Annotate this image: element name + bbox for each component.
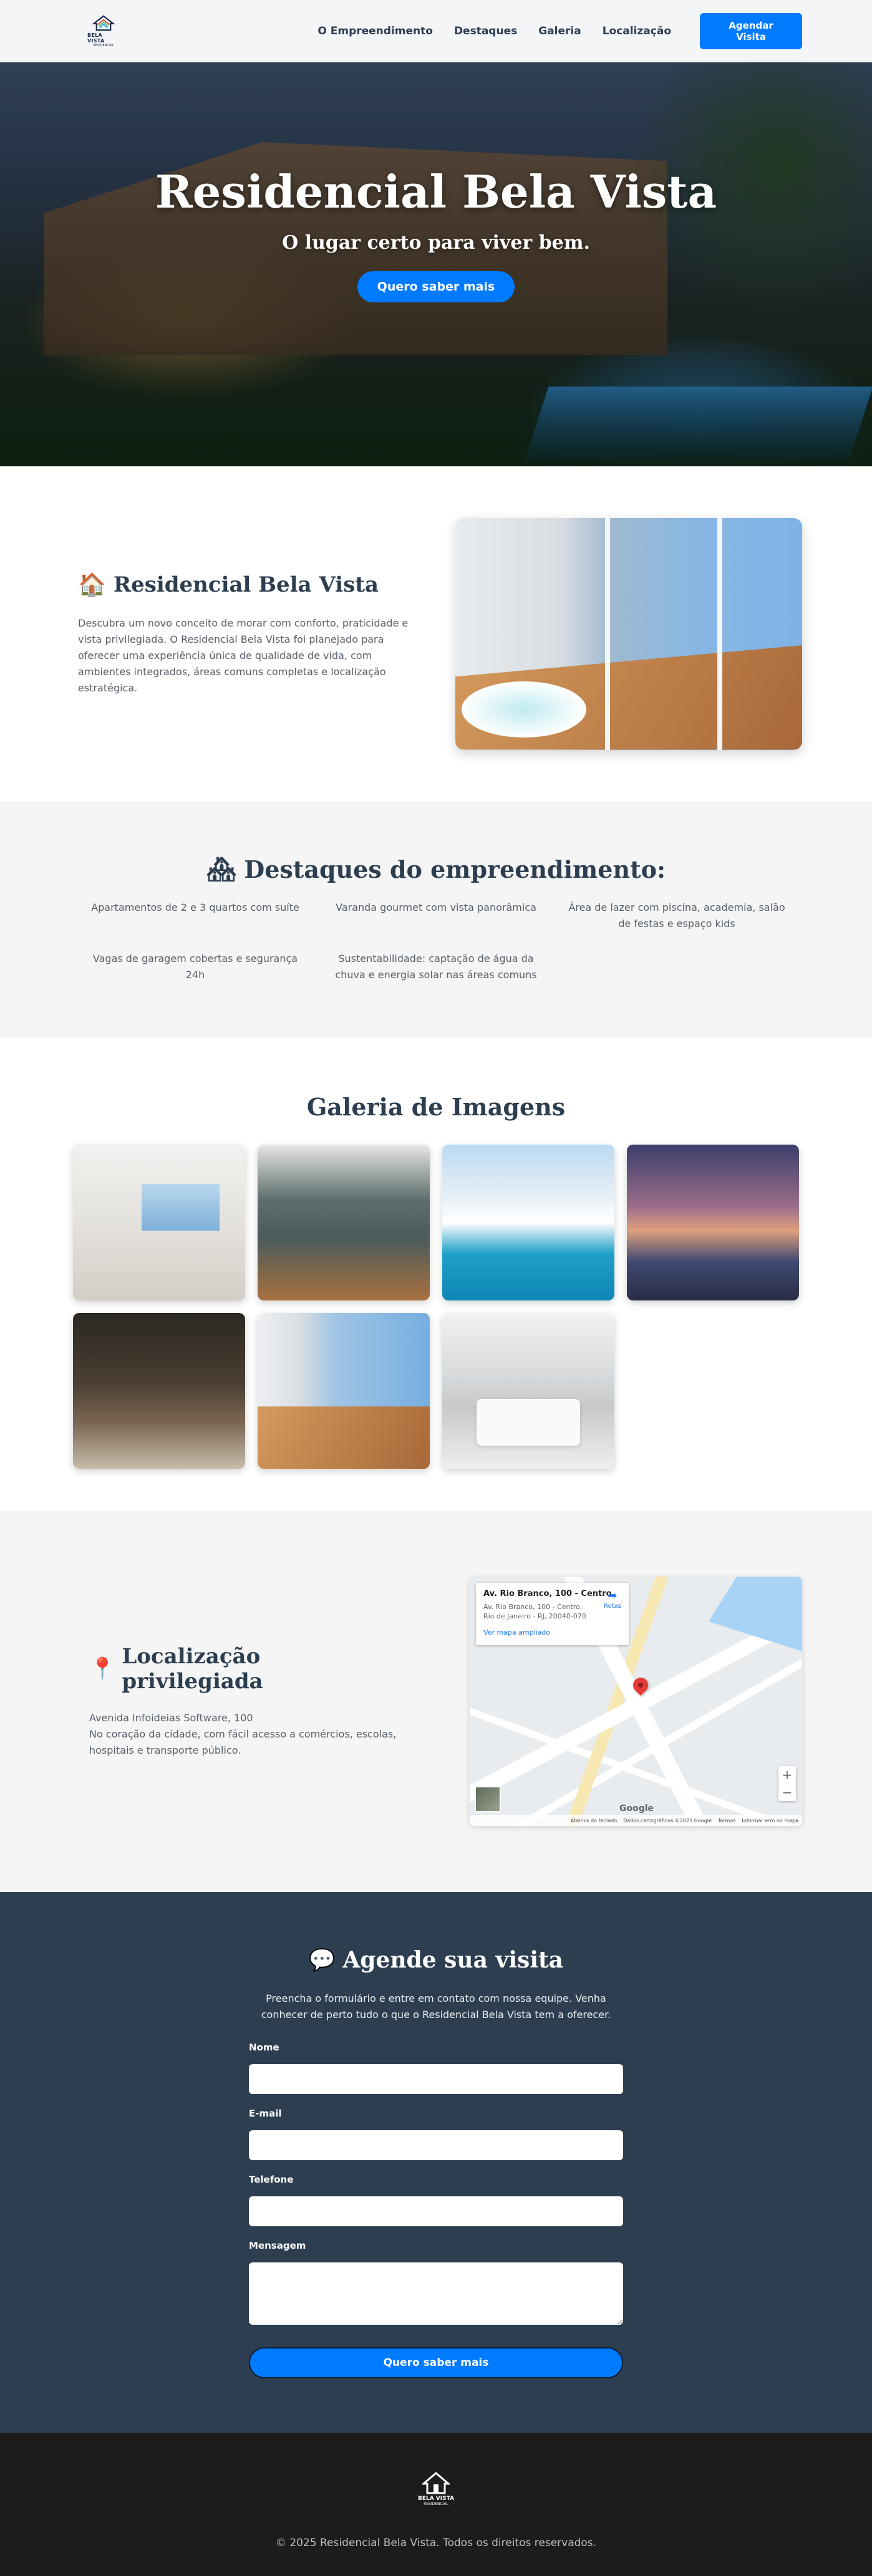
contact-form: Nome E-mail Telefone Mensagem Quero sabe…	[249, 2042, 623, 2378]
about-image-frame-2	[717, 517, 722, 750]
map-card-title: Av. Rio Branco, 100 - Centro	[483, 1589, 612, 1598]
logo-subtext: RESIDENCIAL	[93, 43, 114, 47]
site-footer: BELA VISTA RESIDENCIAL © 2025 Residencia…	[0, 2433, 872, 2576]
location-section: 📍 Localização privilegiada Avenida Infoi…	[0, 1511, 872, 1892]
embedded-map[interactable]: Av. Rio Branco, 100 - Centro Av. Rio Bra…	[470, 1577, 802, 1826]
buildings-emoji-icon: 🏘	[206, 855, 237, 883]
hero-section: Residencial Bela Vista O lugar certo par…	[0, 62, 872, 466]
map-place-card: Av. Rio Branco, 100 - Centro Av. Rio Bra…	[476, 1583, 629, 1645]
gallery-image-living-room[interactable]	[73, 1145, 245, 1300]
footer-logo: BELA VISTA RESIDENCIAL	[417, 2472, 455, 2512]
location-address: Avenida Infoideias Software, 100 No cora…	[89, 1710, 401, 1759]
zoom-out-icon[interactable]: −	[778, 1784, 796, 1801]
about-title-text: Residencial Bela Vista	[113, 572, 379, 597]
map-satellite-toggle[interactable]	[475, 1786, 501, 1812]
contact-section: 💬 Agende sua visita Preencha o formulári…	[0, 1892, 872, 2433]
logo-house-icon	[92, 14, 115, 31]
location-title-text: Localização privilegiada	[122, 1644, 263, 1694]
pushpin-emoji-icon: 📍	[89, 1656, 116, 1681]
footer-house-icon	[422, 2472, 450, 2494]
name-field[interactable]	[249, 2064, 623, 2094]
map-terms[interactable]: Termos	[718, 1818, 735, 1824]
map-directions-label: Rotas	[604, 1603, 621, 1610]
gallery-image-lounge[interactable]	[73, 1313, 245, 1469]
location-description: No coração da cidade, com fácil acesso a…	[89, 1728, 397, 1756]
nav-link-empreendimento[interactable]: O Empreendimento	[317, 25, 433, 37]
email-field[interactable]	[249, 2130, 623, 2160]
map-pin-icon[interactable]	[630, 1675, 651, 1696]
gallery-section: Galeria de Imagens	[0, 1038, 872, 1511]
logo-text: BELA VISTA	[87, 32, 105, 44]
highlights-title-text: Destaques do empreendimento:	[244, 855, 666, 883]
highlights-section: 🏘 Destaques do empreendimento: Apartamen…	[0, 801, 872, 1038]
about-section: 🏠 Residencial Bela Vista Descubra um nov…	[0, 466, 872, 801]
about-title: 🏠 Residencial Bela Vista	[78, 572, 427, 598]
about-image-tub	[462, 681, 586, 738]
site-logo[interactable]: BELA VISTA RESIDENCIAL	[87, 14, 120, 47]
hero-subtitle: O lugar certo para viver bem.	[282, 232, 590, 254]
map-directions-button[interactable]: ➦ Rotas	[604, 1590, 621, 1610]
hero-title: Residencial Bela Vista	[155, 165, 717, 218]
nav-link-destaques[interactable]: Destaques	[454, 25, 517, 37]
zoom-in-icon[interactable]: +	[778, 1766, 796, 1784]
map-google-logo: Google	[619, 1804, 654, 1814]
location-text: 📍 Localização privilegiada Avenida Infoi…	[89, 1644, 401, 1759]
nav-link-localizacao[interactable]: Localização	[603, 25, 671, 37]
about-text: 🏠 Residencial Bela Vista Descubra um nov…	[78, 572, 427, 696]
gallery-image-sunset-house[interactable]	[627, 1145, 799, 1300]
hero-content: Residencial Bela Vista O lugar certo par…	[0, 62, 872, 466]
top-navbar: BELA VISTA RESIDENCIAL O Empreendimento …	[0, 0, 872, 62]
footer-logo-text: BELA VISTA	[417, 2496, 455, 2502]
highlight-item: Área de lazer com piscina, academia, sal…	[568, 901, 785, 930]
highlight-item: Sustentabilidade: captação de água da ch…	[335, 953, 537, 981]
nav-links: O Empreendimento Destaques Galeria Local…	[317, 12, 802, 49]
footer-copyright: © 2025 Residencial Bela Vista. Todos os …	[275, 2537, 597, 2549]
highlight-item: Vagas de garagem cobertas e segurança 24…	[92, 953, 298, 981]
map-footer: Atalhos do teclado Dados cartográficos ©…	[470, 1815, 802, 1826]
gallery-title: Galeria de Imagens	[306, 1093, 566, 1121]
phone-label: Telefone	[249, 2174, 294, 2185]
name-label: Nome	[249, 2042, 279, 2053]
directions-icon: ➦	[608, 1589, 618, 1602]
map-water	[709, 1577, 802, 1651]
highlight-item: Varanda gourmet com vista panorâmica	[336, 901, 536, 913]
about-image-frame	[605, 517, 610, 750]
contact-title-text: Agende sua visita	[342, 1947, 563, 1973]
map-data-credits: Dados cartográficos ©2025 Google	[623, 1817, 712, 1824]
contact-title: 💬 Agende sua visita	[309, 1947, 563, 1973]
highlights-list: Apartamentos de 2 e 3 quartos com suíte …	[83, 900, 789, 983]
gallery-image-ocean-view[interactable]	[258, 1313, 430, 1469]
contact-description: Preencha o formulário e entre em contato…	[261, 1992, 611, 2021]
map-enlarge-link[interactable]: Ver mapa ampliado	[483, 1628, 621, 1636]
gallery-image-white-living[interactable]	[442, 1313, 614, 1469]
hero-cta-button[interactable]: Quero saber mais	[357, 271, 515, 302]
footer-logo-subtext: RESIDENCIAL	[424, 2502, 448, 2506]
email-label: E-mail	[249, 2108, 282, 2119]
map-report-error[interactable]: Informar erro no mapa	[742, 1818, 798, 1824]
schedule-visit-button[interactable]: Agendar Visita	[700, 12, 802, 49]
gallery-grid	[73, 1145, 799, 1469]
gallery-image-pool-deck[interactable]	[442, 1145, 614, 1300]
house-emoji-icon: 🏠	[78, 571, 106, 598]
highlights-title: 🏘 Destaques do empreendimento:	[206, 855, 666, 883]
nav-link-galeria[interactable]: Galeria	[538, 25, 581, 37]
location-title: 📍 Localização privilegiada	[89, 1644, 401, 1694]
about-description: Descubra um novo conceito de morar com c…	[78, 617, 409, 694]
map-keyboard-shortcuts[interactable]: Atalhos do teclado	[571, 1818, 617, 1824]
phone-field[interactable]	[249, 2196, 623, 2226]
location-address-line: Avenida Infoideias Software, 100	[89, 1712, 253, 1724]
gallery-image-kitchen[interactable]	[258, 1145, 430, 1300]
map-zoom-controls: + −	[778, 1766, 796, 1801]
map-card-address: Av. Rio Branco, 100 - Centro, Rio de Jan…	[483, 1603, 586, 1620]
message-label: Mensagem	[249, 2240, 306, 2251]
speech-bubble-emoji-icon: 💬	[309, 1948, 336, 1973]
highlight-item: Apartamentos de 2 e 3 quartos com suíte	[91, 901, 299, 913]
message-field[interactable]	[249, 2262, 623, 2325]
about-image	[455, 517, 802, 750]
submit-button[interactable]: Quero saber mais	[249, 2347, 623, 2378]
